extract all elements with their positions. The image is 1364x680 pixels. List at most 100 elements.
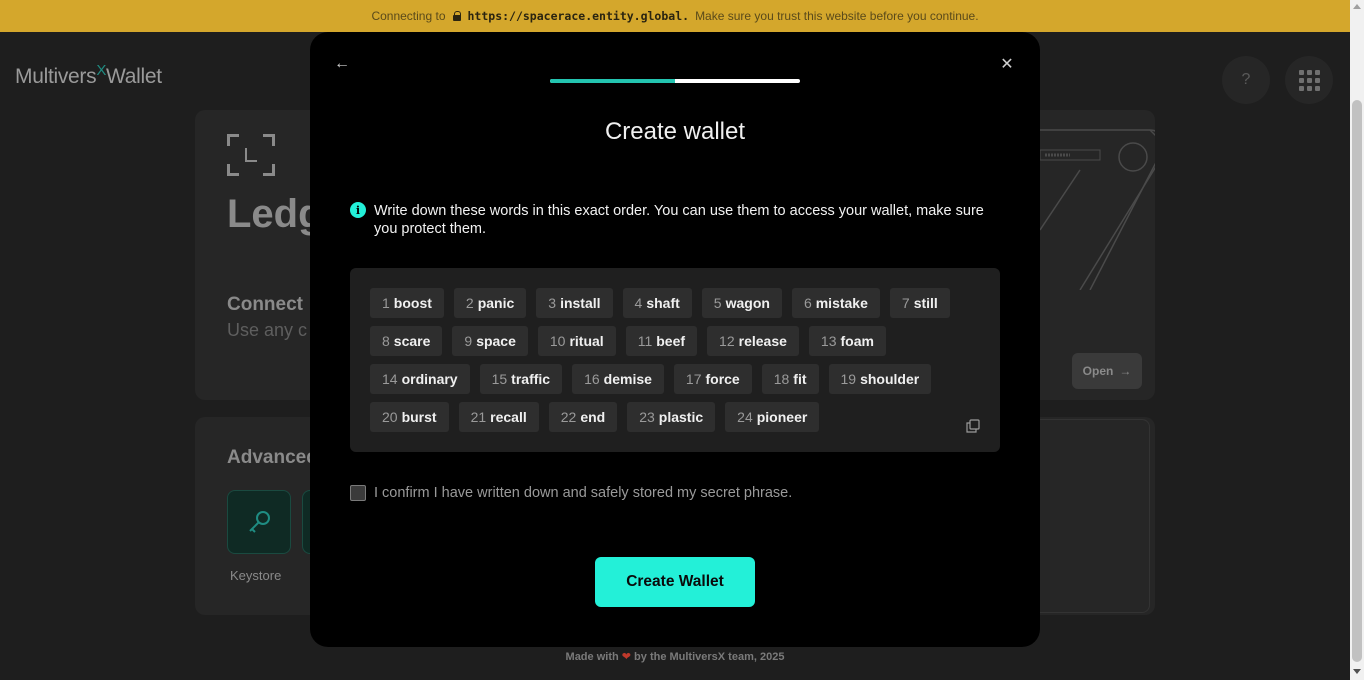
logo-main: Multivers [15, 65, 97, 88]
secret-word-number: 14 [382, 371, 398, 387]
secret-word: 11 beef [625, 326, 698, 356]
arrow-left-icon: ← [334, 55, 350, 72]
advanced-right-panel [1030, 419, 1150, 613]
close-icon: ✕ [1000, 56, 1014, 73]
secret-word: 16 demise [572, 364, 664, 394]
secret-word: 13 foam [808, 326, 886, 356]
secret-word: 12 release [707, 326, 799, 356]
secret-word-number: 12 [719, 333, 735, 349]
secret-word-text: recall [490, 409, 527, 425]
secret-word: 17 force [673, 364, 752, 394]
create-wallet-modal: ← ✕ Create wallet i Write down these wor… [310, 32, 1040, 647]
secret-word-number: 15 [491, 371, 508, 387]
secret-word: 24 pioneer [725, 402, 820, 432]
secret-word: 1 boost [370, 288, 444, 318]
confirm-row[interactable]: I confirm I have written down and safely… [350, 485, 792, 501]
copy-icon[interactable] [966, 419, 980, 433]
logo-x: X [96, 62, 107, 79]
secret-word-number: 18 [773, 371, 790, 387]
secret-word-number: 8 [382, 333, 390, 349]
scroll-down-arrow-icon[interactable] [1353, 669, 1361, 674]
keystore-label: Keystore [230, 568, 282, 583]
secret-word-number: 24 [737, 409, 753, 425]
secret-word-number: 19 [840, 371, 857, 387]
secret-word-text: boost [393, 295, 432, 311]
scroll-up-arrow-icon[interactable] [1353, 4, 1361, 9]
secret-word: 14 ordinary [370, 364, 470, 394]
secret-word-text: force [705, 371, 740, 387]
secret-word: 23 plastic [627, 402, 716, 432]
page-scrollbar[interactable] [1350, 0, 1364, 680]
advanced-title: Advanced [227, 447, 318, 468]
secret-word: 19 shoulder [828, 364, 932, 394]
secret-word-text: pioneer [756, 409, 808, 425]
ledger-icon [227, 134, 275, 176]
secret-word: 22 end [548, 402, 618, 432]
secret-word-number: 9 [464, 333, 473, 349]
lock-icon [452, 10, 462, 22]
banner-url: https://spacerace.entity.global. [467, 9, 690, 23]
footer-before: Made with [565, 651, 619, 663]
connect-subtitle: Use any c [227, 320, 308, 340]
banner-suffix: Make sure you trust this website before … [695, 9, 979, 23]
secret-word-text: plastic [658, 409, 704, 425]
secret-word-text: fit [793, 371, 807, 387]
secret-word-number: 11 [637, 333, 653, 349]
secret-word-text: ordinary [401, 371, 458, 387]
secret-word-number: 16 [584, 371, 600, 387]
grid-icon [1298, 69, 1320, 91]
scroll-thumb[interactable] [1352, 100, 1362, 662]
back-button[interactable]: ← [332, 54, 352, 74]
secret-word: 7 still [889, 288, 950, 318]
secret-word-text: demise [603, 371, 652, 387]
secret-word-number: 23 [639, 409, 655, 425]
keystore-tile[interactable] [227, 490, 291, 554]
create-wallet-button[interactable]: Create Wallet [595, 557, 755, 607]
secret-word: 10 ritual [537, 326, 616, 356]
secret-word: 2 panic [453, 288, 527, 318]
close-button[interactable]: ✕ [997, 54, 1017, 74]
confirm-checkbox[interactable] [350, 485, 366, 501]
ledger-title: Ledg [227, 192, 323, 236]
secret-word-text: shaft [646, 295, 680, 311]
secret-word-text: shoulder [860, 371, 920, 387]
secret-word-text: install [560, 295, 601, 311]
secret-word-number: 20 [382, 409, 398, 425]
secret-word: 6 mistake [791, 288, 880, 318]
instruction-notice: i Write down these words in this exact o… [350, 202, 1002, 238]
step-progress-bar [550, 79, 800, 83]
secret-word: 21 recall [458, 402, 539, 432]
secret-word-number: 2 [465, 295, 474, 311]
secret-word-text: beef [656, 333, 686, 349]
open-label: Open [1082, 364, 1114, 378]
apps-menu-button[interactable] [1285, 56, 1333, 104]
secret-word-number: 17 [685, 371, 702, 387]
open-button[interactable]: Open → [1072, 353, 1142, 389]
secret-word-text: panic [477, 295, 515, 311]
secret-word-number: 4 [634, 295, 643, 311]
app-logo[interactable]: MultiversXWallet [15, 62, 162, 89]
secret-word-text: ritual [569, 333, 604, 349]
ledger-device-illustration [1040, 129, 1155, 290]
secret-word: 3 install [536, 288, 613, 318]
banner-prefix: Connecting to [371, 9, 446, 23]
secret-word-number: 7 [901, 295, 910, 311]
secret-word-text: mistake [815, 295, 868, 311]
secret-word-text: scare [393, 333, 431, 349]
connect-title: Connect [227, 294, 303, 315]
secret-word-number: 5 [713, 295, 722, 311]
secret-word-text: release [738, 333, 787, 349]
secret-word-number: 6 [803, 295, 812, 311]
info-icon: i [350, 202, 366, 218]
secret-word-text: wagon [725, 295, 770, 311]
help-button[interactable]: ? [1222, 56, 1270, 104]
footer-after: by the MultiversX team, 2025 [634, 651, 785, 663]
confirm-label[interactable]: I confirm I have written down and safely… [374, 485, 792, 501]
secret-word: 4 shaft [622, 288, 692, 318]
secret-word-text: end [580, 409, 606, 425]
secret-word-number: 10 [549, 333, 566, 349]
secret-word: 8 scare [370, 326, 443, 356]
secret-word-number: 3 [548, 295, 557, 311]
secret-word: 18 fit [761, 364, 819, 394]
secret-word-text: space [476, 333, 516, 349]
